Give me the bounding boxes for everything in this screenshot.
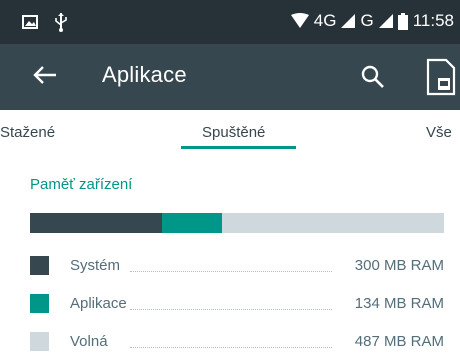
- legend-swatch-system: [30, 256, 49, 275]
- memory-row-system: Systém 300 MB RAM: [30, 255, 444, 277]
- back-arrow-icon[interactable]: [30, 60, 60, 90]
- sd-card-icon[interactable]: [424, 58, 458, 96]
- memory-row-apps: Aplikace 134 MB RAM: [30, 293, 444, 315]
- memory-row-value: 134 MB RAM: [354, 295, 444, 312]
- memory-bar-system-segment: [30, 213, 163, 233]
- signal-icon: [341, 14, 356, 28]
- page-title: Aplikace: [102, 62, 187, 87]
- memory-usage-bar: [30, 213, 444, 233]
- memory-row-label: Aplikace: [70, 295, 127, 312]
- leader-dots: [130, 309, 332, 310]
- memory-row-label: Volná: [70, 333, 108, 350]
- tab-running[interactable]: Spuštěné: [202, 124, 265, 141]
- network-label-4g: 4G: [313, 11, 337, 30]
- memory-bar-apps-segment: [162, 213, 223, 233]
- battery-icon: [397, 12, 408, 30]
- app-bar: Aplikace: [0, 44, 460, 110]
- wifi-icon: [290, 13, 309, 28]
- status-bar: 4G G 11:58: [0, 0, 460, 44]
- leader-dots: [130, 271, 332, 272]
- tab-downloaded[interactable]: Stažené: [0, 124, 55, 141]
- memory-section-title: Paměť zařízení: [30, 176, 133, 193]
- image-icon: [22, 15, 38, 29]
- tab-bar: Stažené Spuštěné Vše: [0, 110, 460, 152]
- status-notifications: [22, 12, 68, 32]
- network-label-g: G: [360, 11, 374, 30]
- leader-dots: [130, 347, 332, 348]
- signal-icon: [378, 14, 393, 28]
- legend-swatch-free: [30, 332, 49, 351]
- memory-row-value: 487 MB RAM: [354, 333, 444, 350]
- usb-icon: [55, 13, 67, 32]
- memory-row-free: Volná 487 MB RAM: [30, 331, 444, 353]
- legend-swatch-apps: [30, 294, 49, 313]
- tab-indicator: [181, 146, 296, 149]
- memory-row-label: Systém: [70, 257, 121, 274]
- memory-row-value: 300 MB RAM: [354, 257, 444, 274]
- search-icon[interactable]: [360, 64, 386, 90]
- tab-all[interactable]: Vše: [426, 124, 452, 141]
- status-system-icons: 4G G 11:58: [290, 11, 454, 31]
- clock: 11:58: [412, 11, 454, 30]
